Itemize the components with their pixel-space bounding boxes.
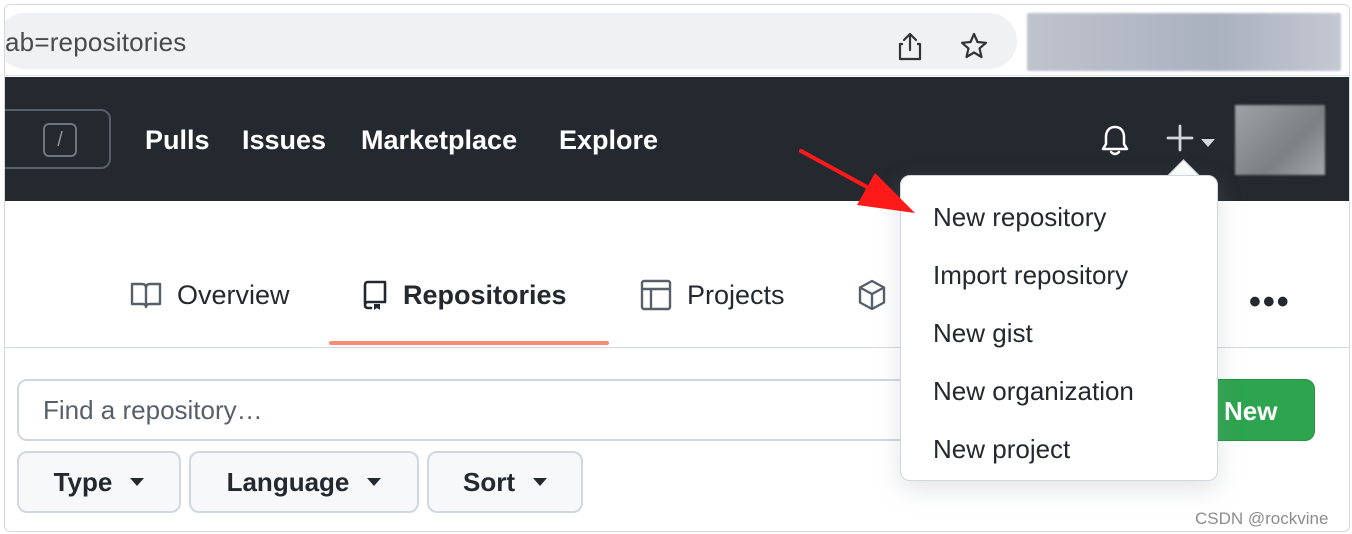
annotation-arrow — [799, 149, 915, 213]
window: ab=repositories / Pulls Issues Marketpla… — [4, 4, 1350, 532]
watermark: CSDN @rockvine — [1195, 509, 1329, 528]
